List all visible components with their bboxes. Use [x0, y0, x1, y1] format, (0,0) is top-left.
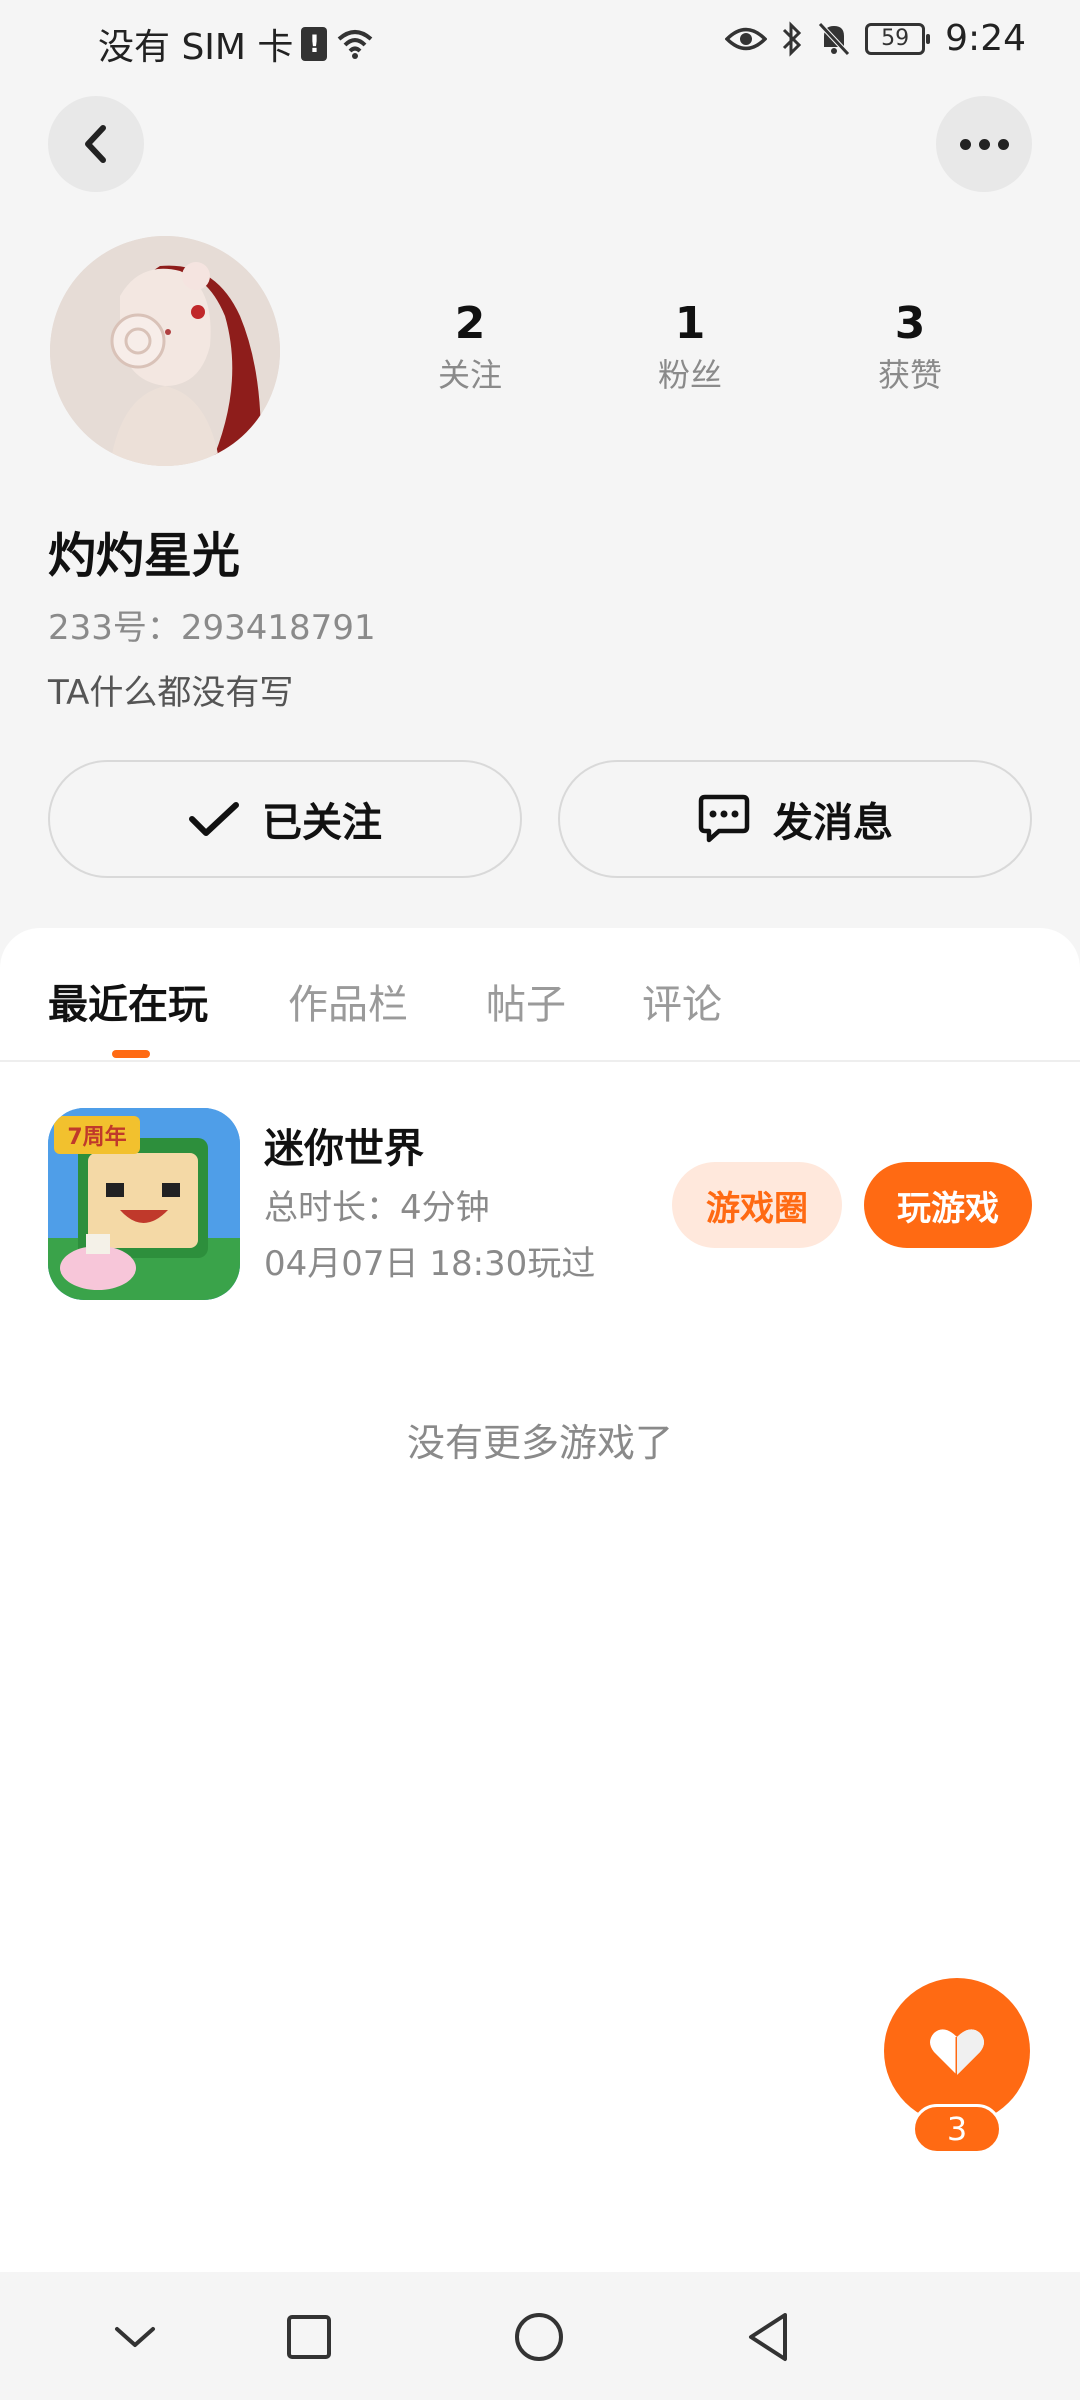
square-icon [287, 2315, 331, 2359]
stat-followers[interactable]: 1 粉丝 [580, 296, 800, 398]
like-count-badge: 3 [912, 2104, 1002, 2154]
back-button[interactable] [48, 96, 144, 192]
game-name: 迷你世界 [264, 1126, 424, 1172]
stat-value: 2 [454, 298, 486, 349]
tab-comments[interactable]: 评论 [642, 968, 722, 1042]
nav-home-button[interactable] [504, 2302, 574, 2372]
eye-icon [725, 27, 768, 50]
game-circle-button[interactable]: 游戏圈 [672, 1162, 842, 1248]
system-nav-bar [0, 2272, 1080, 2400]
game-icon-art: 7周年 [48, 1108, 240, 1300]
stat-value: 1 [674, 298, 706, 349]
game-list-item[interactable]: 7周年 迷你世界 总时长：4分钟 04月07日 18:30玩过 游戏圈 玩游戏 [48, 1108, 1032, 1308]
tab-posts[interactable]: 帖子 [486, 968, 566, 1042]
chevron-down-icon [115, 2327, 155, 2347]
more-dots-icon [959, 138, 1009, 150]
heart-icon [930, 2029, 984, 2075]
bluetooth-icon [783, 20, 802, 57]
chevron-left-icon [85, 125, 106, 163]
nav-recents-button[interactable] [274, 2302, 344, 2372]
stat-value: 3 [894, 298, 926, 349]
send-message-button[interactable]: 发消息 [558, 760, 1032, 878]
avatar-illustration [50, 236, 280, 466]
wifi-icon [338, 30, 373, 59]
followed-label: 已关注 [262, 800, 382, 846]
status-right: 59 9:24 [725, 18, 1026, 59]
stat-label: 获赞 [877, 356, 942, 394]
tab-works[interactable]: 作品栏 [288, 968, 408, 1042]
tab-bar: 最近在玩 作品栏 帖子 评论 [0, 968, 1080, 1048]
clock-text: 9:24 [945, 18, 1026, 59]
bio: TA什么都没有写 [48, 673, 294, 713]
avatar[interactable] [50, 236, 280, 466]
send-message-label: 发消息 [773, 800, 893, 846]
nav-back-button[interactable] [734, 2302, 804, 2372]
chat-bubble-icon [698, 794, 750, 843]
stat-label: 关注 [437, 356, 502, 394]
nickname: 灼灼星光 [48, 528, 241, 584]
circle-icon [515, 2313, 563, 2361]
checkmark-icon [189, 802, 239, 836]
game-icon[interactable]: 7周年 [48, 1108, 240, 1300]
tab-recently-played[interactable]: 最近在玩 [48, 968, 208, 1042]
followed-button[interactable]: 已关注 [48, 760, 522, 878]
status-left: 没有 SIM 卡 ! [98, 18, 375, 70]
tab-divider [0, 1060, 1080, 1062]
stat-label: 粉丝 [657, 356, 722, 394]
user-id: 233号：293418791 [48, 608, 376, 648]
sim-alert-icon: ! [301, 27, 328, 61]
no-more-games-text: 没有更多游戏了 [406, 1421, 673, 1465]
nav-collapse-button[interactable] [100, 2302, 170, 2372]
status-bar: 没有 SIM 卡 ! 59 9:24 [0, 0, 1080, 80]
more-button[interactable] [936, 96, 1032, 192]
profile-screen: 没有 SIM 卡 ! 59 9:24 2 关注 1 粉丝 3 获赞 灼灼星光 2… [0, 0, 1080, 2400]
stat-likes[interactable]: 3 获赞 [800, 296, 1020, 398]
game-last-played: 04月07日 18:30玩过 [264, 1244, 596, 1284]
stat-following[interactable]: 2 关注 [360, 296, 580, 398]
game-play-time: 总时长：4分钟 [264, 1188, 490, 1228]
like-button[interactable] [884, 1978, 1030, 2124]
profile-stats: 2 关注 1 粉丝 3 获赞 [360, 296, 1020, 398]
carrier-text: 没有 SIM 卡 [98, 27, 294, 68]
triangle-back-icon [749, 2313, 787, 2361]
bell-off-icon [818, 21, 850, 56]
play-game-button[interactable]: 玩游戏 [864, 1162, 1032, 1248]
battery-icon: 59 [865, 22, 931, 55]
game-icon-badge: 7周年 [67, 1124, 126, 1150]
tab-indicator [112, 1050, 150, 1058]
